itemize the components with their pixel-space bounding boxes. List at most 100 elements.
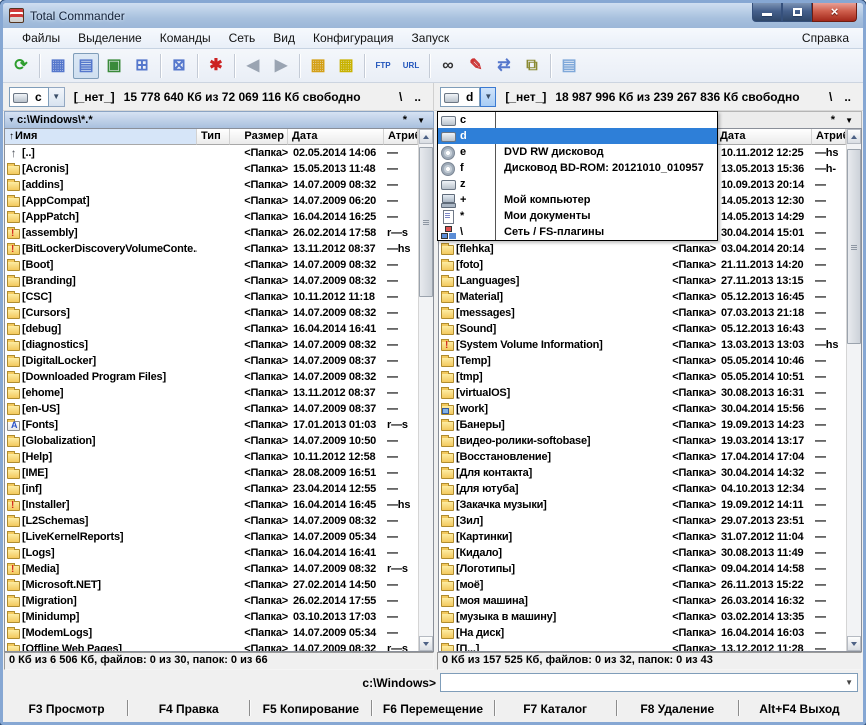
scroll-down-button[interactable] [847,636,861,651]
column-header-1[interactable]: Тип [197,129,230,145]
notepad-button[interactable]: ▤ [556,53,582,79]
fkey-button-6[interactable]: F8 Удаление [617,700,738,716]
file-row[interactable]: [Банеры]<Папка>19.09.2013 14:23— [439,417,846,433]
fkey-button-2[interactable]: F4 Правка [128,700,249,716]
file-row[interactable]: [LiveKernelReports]<Папка>14.07.2009 05:… [5,529,418,545]
file-row[interactable]: [Downloaded Program Files]<Папка>14.07.2… [5,369,418,385]
drive-dropdown-item-z[interactable]: z [438,176,717,192]
file-row[interactable]: [моя машина]<Папка>26.03.2014 16:32— [439,593,846,609]
file-row[interactable]: [Temp]<Папка>05.05.2014 10:46— [439,353,846,369]
file-row[interactable]: [Зил]<Папка>29.07.2013 23:51— [439,513,846,529]
file-row[interactable]: [Branding]<Папка>14.07.2009 08:32— [5,273,418,289]
file-row[interactable]: [На диск]<Папка>16.04.2014 16:03— [439,625,846,641]
column-header-0[interactable]: ↑Имя [5,129,197,145]
full-view-button[interactable]: ▤ [73,53,99,79]
menu-item[interactable]: Запуск [403,29,459,47]
scroll-thumb[interactable] [847,149,861,344]
unpack-button[interactable]: ▦ [333,53,359,79]
left-drive-combo-arrow[interactable]: ▼ [49,87,65,107]
menu-item[interactable]: Файлы [13,29,69,47]
file-row[interactable]: [BitLockerDiscoveryVolumeConte..]<Папка>… [5,241,418,257]
scroll-thumb[interactable] [419,147,433,297]
brief-view-button[interactable]: ▦ [45,53,71,79]
file-row[interactable]: [L2Schemas]<Папка>14.07.2009 08:32— [5,513,418,529]
left-drive-label-button[interactable]: [_нет_] [74,90,115,104]
command-line-input[interactable]: ▼ [440,673,858,692]
right-drive-label-button[interactable]: [_нет_] [505,90,546,104]
menu-item[interactable]: Вид [264,29,304,47]
file-row[interactable]: [Languages]<Папка>27.11.2013 13:15— [439,273,846,289]
file-row[interactable]: [virtualOS]<Папка>30.08.2013 16:31— [439,385,846,401]
menu-item[interactable]: Сеть [220,29,265,47]
right-updir-button[interactable]: .. [838,89,857,105]
branch-view-button[interactable]: ⊠ [166,53,192,79]
fkey-button-5[interactable]: F7 Каталог [495,700,616,716]
fkey-button-3[interactable]: F5 Копирование [250,700,371,716]
file-row[interactable]: [messages]<Папка>07.03.2013 21:18— [439,305,846,321]
drive-dropdown-item-*[interactable]: *Мои документы [438,208,717,224]
right-scrollbar[interactable] [846,129,861,651]
search-button[interactable]: ∞ [435,53,461,79]
file-row[interactable]: [Installer]<Папка>16.04.2014 16:45—hs [5,497,418,513]
tree-view-button[interactable]: ⊞ [129,53,155,79]
file-row[interactable]: [CSC]<Папка>10.11.2012 11:18— [5,289,418,305]
right-favorites-button[interactable]: * [826,114,840,126]
left-path-bar[interactable]: ▼ c:\Windows\*.* * ▼ [4,111,434,128]
refresh-button[interactable]: ⟳ [8,53,34,79]
drive-dropdown-item-net[interactable]: \Сеть / FS-плагины [438,224,717,240]
multi-rename-button[interactable]: ✎ [463,53,489,79]
file-row[interactable]: [Картинки]<Папка>31.07.2012 11:04— [439,529,846,545]
file-row[interactable]: [Кидало]<Папка>30.08.2013 11:49— [439,545,846,561]
scroll-down-button[interactable] [419,636,433,651]
file-row[interactable]: [en-US]<Папка>14.07.2009 08:37— [5,401,418,417]
file-row[interactable]: [Help]<Папка>10.11.2012 12:58— [5,449,418,465]
right-root-button[interactable]: \ [823,89,838,105]
close-button[interactable]: × [812,3,857,22]
left-scrollbar[interactable] [418,129,433,651]
ftp-connect-button[interactable]: FTP [370,53,396,79]
file-row[interactable]: [Cursors]<Папка>14.07.2009 08:32— [5,305,418,321]
fkey-button-1[interactable]: F3 Просмотр [6,700,127,716]
file-row[interactable]: [AppPatch]<Папка>16.04.2014 16:25— [5,209,418,225]
file-row[interactable]: [assembly]<Папка>26.02.2014 17:58r—s [5,225,418,241]
file-row[interactable]: [Minidump]<Папка>03.10.2013 17:03— [5,609,418,625]
menu-item[interactable]: Команды [151,29,220,47]
drive-dropdown-item-c[interactable]: c [438,112,717,128]
file-row[interactable]: [foto]<Папка>21.11.2013 14:20— [439,257,846,273]
left-history-button[interactable]: ▼ [412,116,430,125]
file-row[interactable]: [ModemLogs]<Папка>14.07.2009 05:34— [5,625,418,641]
minimize-button[interactable] [752,3,782,22]
menu-item[interactable]: Выделение [69,29,151,47]
file-row[interactable]: [Sound]<Папка>05.12.2013 16:43— [439,321,846,337]
file-row[interactable]: [inf]<Папка>23.04.2014 12:55— [5,481,418,497]
file-row[interactable]: [Boot]<Папка>14.07.2009 08:32— [5,257,418,273]
drive-dropdown-item-e[interactable]: eDVD RW дисковод [438,144,717,160]
file-row[interactable]: [Microsoft.NET]<Папка>27.02.2014 14:50— [5,577,418,593]
file-row[interactable]: [System Volume Information]<Папка>13.03.… [439,337,846,353]
file-row[interactable]: [debug]<Папка>16.04.2014 16:41— [5,321,418,337]
file-row[interactable]: [ehome]<Папка>13.11.2012 08:37— [5,385,418,401]
fkey-button-4[interactable]: F6 Перемещение [372,700,493,716]
file-row[interactable]: [П...]<Папка>13.12.2012 11:28— [439,641,846,651]
column-header-2[interactable]: Размер [230,129,288,145]
left-root-button[interactable]: \ [393,89,408,105]
right-drive-combo-arrow[interactable]: ▼ [480,87,496,107]
left-favorites-button[interactable]: * [398,114,412,126]
select-group-button[interactable]: ✱ [203,53,229,79]
drive-dropdown-item-d[interactable]: d [438,128,717,144]
left-drive-combo[interactable]: c [9,87,49,107]
ftp-url-button[interactable]: URL [398,53,424,79]
file-row[interactable]: [addins]<Папка>14.07.2009 08:32— [5,177,418,193]
file-row[interactable]: [work]<Папка>30.04.2014 15:56— [439,401,846,417]
file-row[interactable]: [Восстановление]<Папка>17.04.2014 17:04— [439,449,846,465]
file-row[interactable]: [Логотипы]<Папка>09.04.2014 14:58— [439,561,846,577]
left-updir-button[interactable]: .. [408,89,427,105]
column-header-3[interactable]: Дата [288,129,384,145]
sync-dirs-button[interactable]: ⇄ [491,53,517,79]
file-row[interactable]: [tmp]<Папка>05.05.2014 10:51— [439,369,846,385]
right-drive-combo[interactable]: d [440,87,480,107]
file-row[interactable]: [видео-ролики-softobase]<Папка>19.03.201… [439,433,846,449]
file-row[interactable]: [DigitalLocker]<Папка>14.07.2009 08:37— [5,353,418,369]
file-row[interactable]: [Material]<Папка>05.12.2013 16:45— [439,289,846,305]
drive-dropdown-item-+[interactable]: +Мой компьютер [438,192,717,208]
